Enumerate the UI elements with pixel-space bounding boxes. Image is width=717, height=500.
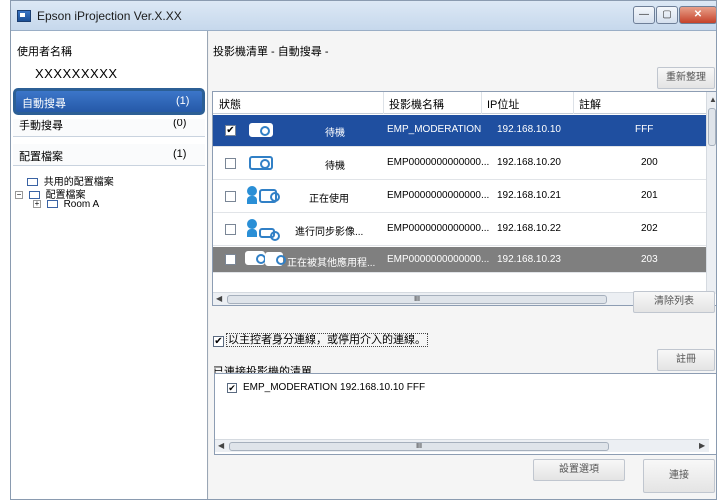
- clear-list-button[interactable]: 清除列表: [633, 291, 715, 313]
- nav-item-manual-search[interactable]: 手動搜尋 (0): [13, 119, 205, 137]
- row-status: 待機: [325, 161, 345, 172]
- scroll-thumb[interactable]: [708, 108, 716, 146]
- row-note: FFF: [635, 124, 654, 135]
- moderator-checkbox[interactable]: ✔: [213, 336, 224, 347]
- row-checkbox[interactable]: [225, 191, 236, 202]
- user-name-value[interactable]: XXXXXXXXX: [35, 66, 118, 81]
- tree-node-room-a[interactable]: + Room A: [15, 199, 114, 212]
- user-body-icon: [247, 196, 257, 204]
- table-row[interactable]: 進行同步影像... EMP0000000000000... 192.168.10…: [213, 214, 709, 246]
- connected-list-scrollbar[interactable]: ◀ III ▶: [215, 439, 709, 452]
- table-header: 狀態 投影機名稱 IP位址 註解: [213, 92, 713, 114]
- row-status: 待機: [325, 128, 345, 139]
- row-projector-name: EMP0000000000000...: [387, 223, 490, 234]
- column-divider: [383, 92, 384, 114]
- tree-node-profile[interactable]: − 配置檔案: [15, 186, 114, 201]
- folder-icon: [46, 200, 58, 209]
- scroll-thumb[interactable]: III: [227, 295, 607, 304]
- table-row[interactable]: ✔ 待機 EMP_MODERATION 192.168.10.10 FFF: [213, 115, 709, 147]
- nav-item-count: (1): [173, 148, 187, 160]
- projector-list-heading: 投影機清單 - 自動搜尋 -: [213, 46, 329, 58]
- minimize-button[interactable]: —: [633, 6, 655, 24]
- scroll-right-icon[interactable]: ▶: [699, 441, 705, 450]
- connected-item-text: EMP_MODERATION 192.168.10.10 FFF: [243, 382, 426, 393]
- table-row[interactable]: 正在被其他應用程... EMP0000000000000... 192.168.…: [213, 247, 709, 273]
- left-panel: 使用者名稱 XXXXXXXXX 自動搜尋 (1) 手動搜尋 (0) 配置檔案 (…: [11, 31, 208, 499]
- expand-icon[interactable]: +: [33, 200, 41, 209]
- projector-table: 狀態 投影機名稱 IP位址 註解 ✔ 待機 EMP_MODERATION 192…: [212, 91, 716, 306]
- user-name-label: 使用者名稱: [17, 46, 72, 58]
- nav-item-auto-search[interactable]: 自動搜尋 (1): [13, 88, 205, 115]
- connected-item-checkbox[interactable]: ✔: [227, 383, 237, 393]
- column-header-note[interactable]: 註解: [579, 96, 601, 112]
- row-ip-address: 192.168.10.20: [497, 157, 561, 168]
- nav-item-count: (0): [173, 119, 187, 129]
- column-divider: [481, 92, 482, 114]
- table-row[interactable]: 待機 EMP0000000000000... 192.168.10.20 200: [213, 148, 709, 180]
- row-note: 201: [641, 190, 658, 201]
- list-item[interactable]: ✔ EMP_MODERATION 192.168.10.10 FFF: [227, 382, 425, 393]
- nav-item-profile[interactable]: 配置檔案 (1): [13, 144, 205, 166]
- moderator-checkbox-row[interactable]: ✔ 以主控者身分連線，或停用介入的連線。: [213, 331, 428, 347]
- row-projector-name: EMP0000000000000...: [387, 190, 490, 201]
- row-ip-address: 192.168.10.22: [497, 223, 561, 234]
- scroll-left-icon[interactable]: ◀: [216, 294, 222, 303]
- maximize-button[interactable]: ▢: [656, 6, 678, 24]
- row-checkbox[interactable]: [225, 224, 236, 235]
- moderator-checkbox-label: 以主控者身分連線，或停用介入的連線。: [226, 333, 428, 347]
- connected-projector-list: ✔ EMP_MODERATION 192.168.10.10 FFF ◀ III …: [214, 373, 716, 455]
- right-panel: 投影機清單 - 自動搜尋 - 重新整理 狀態 投影機名稱 IP位址 註解 ✔ 待…: [209, 31, 716, 499]
- title-bar[interactable]: Epson iProjection Ver.X.XX — ▢ ✕: [11, 1, 716, 31]
- settings-button[interactable]: 設置選項: [533, 459, 625, 481]
- projector-icon: [259, 228, 280, 241]
- row-projector-name: EMP0000000000000...: [387, 157, 490, 168]
- user-icon: [247, 219, 257, 229]
- row-ip-address: 192.168.10.10: [497, 124, 561, 135]
- row-note: 202: [641, 223, 658, 234]
- epson-app-icon: [17, 10, 31, 22]
- nav-item-label: 自動搜尋: [22, 98, 66, 110]
- column-header-ip[interactable]: IP位址: [487, 96, 519, 112]
- profile-tree: 共用的配置檔案 − 配置檔案 + Room A: [15, 173, 114, 212]
- table-vertical-scrollbar[interactable]: ▲: [706, 92, 716, 294]
- row-status: 進行同步影像...: [295, 227, 364, 238]
- nav-item-count: (1): [176, 95, 190, 107]
- row-note: 200: [641, 157, 658, 168]
- column-header-name[interactable]: 投影機名稱: [389, 96, 444, 112]
- row-projector-name: EMP0000000000000...: [387, 254, 490, 265]
- row-checkbox[interactable]: ✔: [225, 125, 236, 136]
- row-status: 正在使用: [309, 194, 349, 205]
- app-window: Epson iProjection Ver.X.XX — ▢ ✕ 使用者名稱 X…: [10, 0, 717, 500]
- user-body-icon: [247, 229, 257, 237]
- nav-item-label: 手動搜尋: [19, 120, 63, 132]
- tree-node-label: Room A: [63, 199, 100, 210]
- row-ip-address: 192.168.10.21: [497, 190, 561, 201]
- scroll-thumb[interactable]: III: [229, 442, 609, 451]
- tree-node-shared[interactable]: 共用的配置檔案: [15, 173, 114, 188]
- projector-icon: [249, 123, 273, 137]
- close-button[interactable]: ✕: [679, 6, 716, 24]
- nav-item-label: 配置檔案: [19, 151, 63, 163]
- window-title: Epson iProjection Ver.X.XX: [37, 9, 182, 23]
- user-icon: [247, 186, 257, 196]
- column-divider: [573, 92, 574, 114]
- refresh-button[interactable]: 重新整理: [657, 67, 715, 89]
- column-header-status[interactable]: 狀態: [219, 96, 241, 112]
- row-checkbox[interactable]: [225, 254, 236, 265]
- projector-icon: [259, 189, 280, 203]
- projector-icon: [249, 156, 273, 170]
- table-row[interactable]: 正在使用 EMP0000000000000... 192.168.10.21 2…: [213, 181, 709, 213]
- scroll-left-icon[interactable]: ◀: [218, 441, 224, 450]
- row-projector-name: EMP_MODERATION: [387, 124, 482, 135]
- row-ip-address: 192.168.10.23: [497, 254, 561, 265]
- row-status: 正在被其他應用程...: [287, 258, 376, 269]
- connect-button[interactable]: 連接: [643, 459, 715, 493]
- register-button[interactable]: 註冊: [657, 349, 715, 371]
- row-note: 203: [641, 254, 658, 265]
- scroll-up-icon[interactable]: ▲: [709, 95, 716, 104]
- row-checkbox[interactable]: [225, 158, 236, 169]
- projector-icon: [265, 252, 286, 266]
- monitor-icon: [245, 251, 266, 265]
